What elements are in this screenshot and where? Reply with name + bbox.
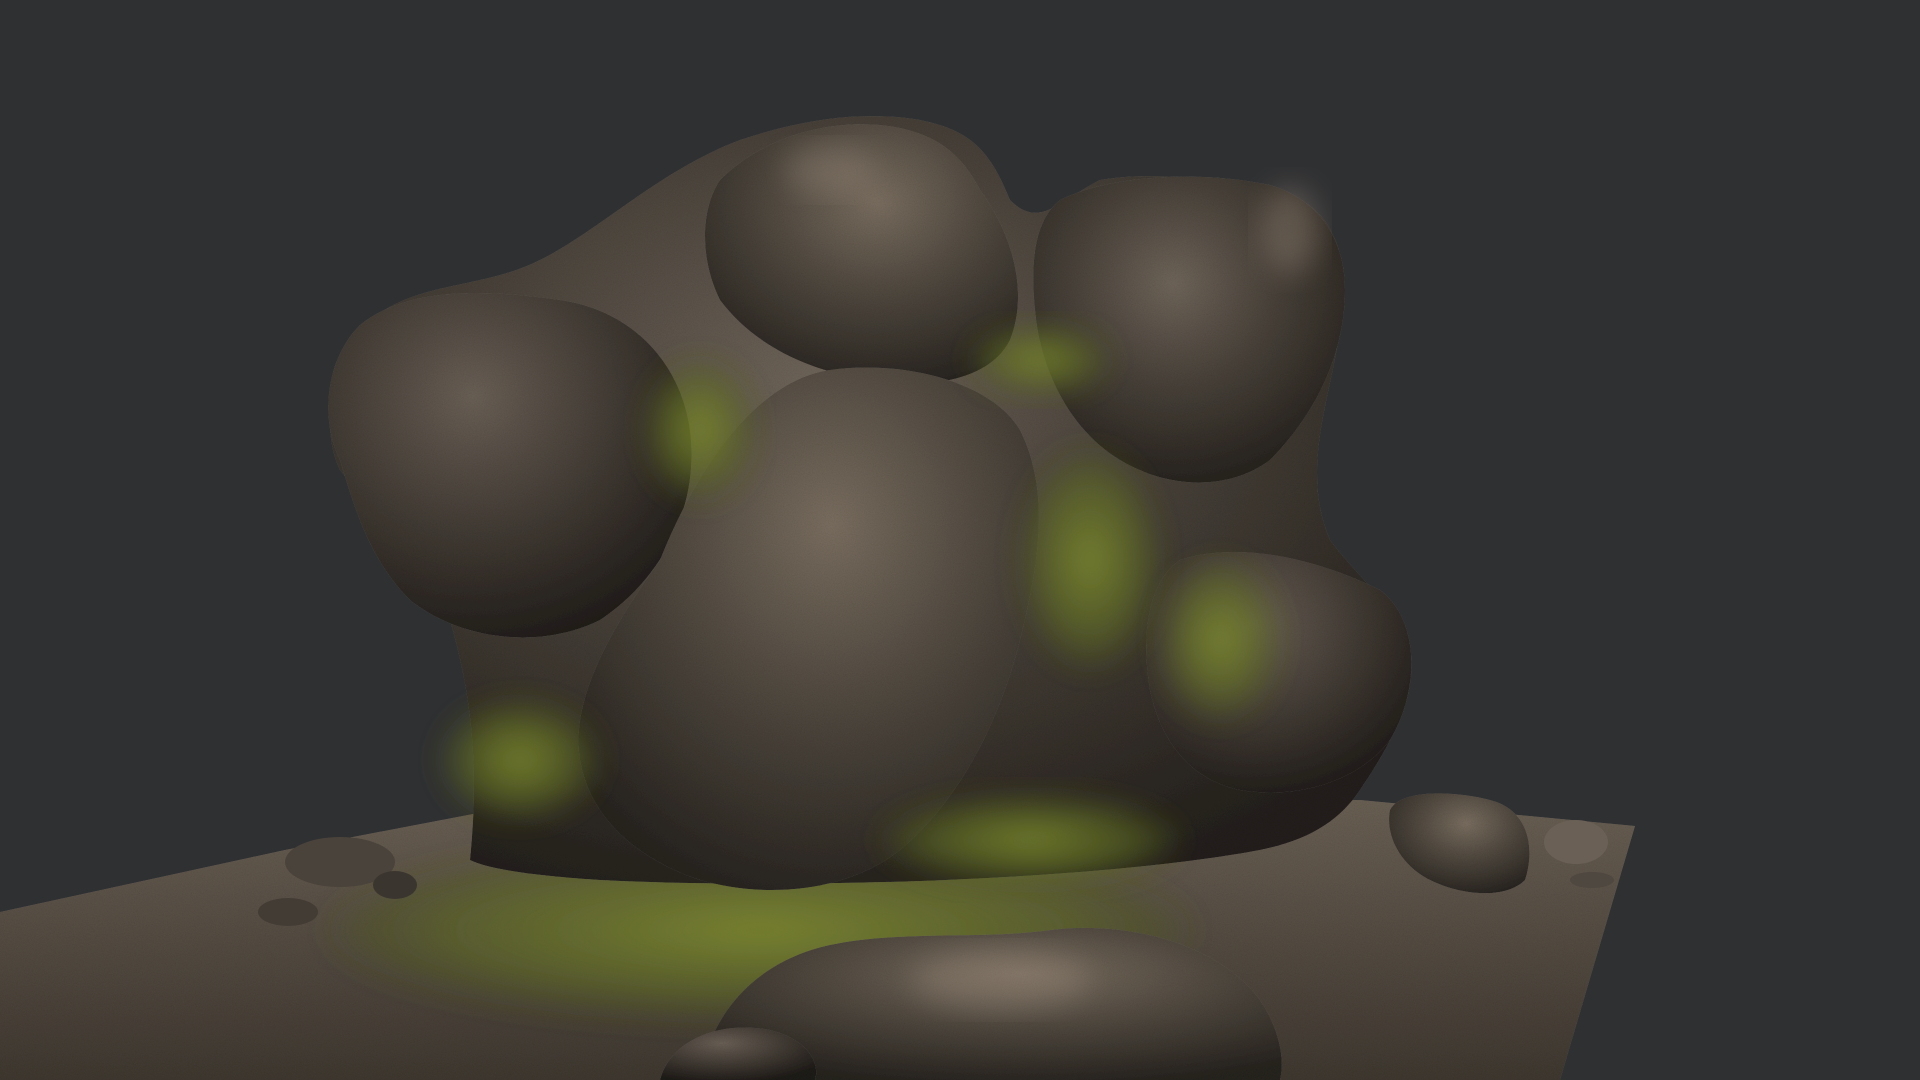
rock-highlight <box>785 145 875 195</box>
moss-patch <box>970 325 1110 395</box>
moss-patch <box>1160 560 1280 720</box>
moss-patch <box>645 360 755 500</box>
pebble <box>1570 872 1614 888</box>
pebble <box>373 871 417 899</box>
rock-highlight <box>1260 185 1320 275</box>
moss-patch <box>1020 450 1160 670</box>
pebble <box>1544 820 1608 864</box>
pebble <box>258 898 318 926</box>
rock-render <box>0 116 1635 1080</box>
moss-patch <box>440 700 600 820</box>
rock-left-lobe <box>328 292 692 638</box>
rock-highlight <box>910 950 1090 1010</box>
3d-viewport[interactable] <box>0 0 1920 1080</box>
moss-patch <box>880 795 1180 885</box>
